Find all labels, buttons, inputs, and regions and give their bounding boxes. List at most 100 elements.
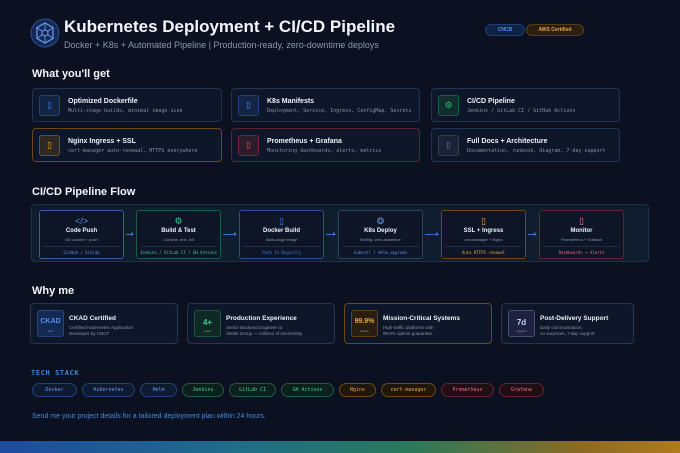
pipeline-step: ❂ K8s Deploy Rolling, zero-downtime kubectl… xyxy=(338,210,423,259)
deliverable-card: ▯ Nginx Ingress + SSL cert-manager auto-re… xyxy=(32,128,222,162)
pipeline-step-footer: Auto HTTPS renewal xyxy=(461,250,506,255)
why-desc: Senior Backend Engineer at Viettel Group … xyxy=(226,325,302,337)
pipeline-step-desc: Compile, test, lint xyxy=(163,237,194,242)
deliverable-title: Prometheus + Grafana xyxy=(267,138,342,145)
why-title: Post-Delivery Support xyxy=(540,315,609,322)
pipeline-step-divider xyxy=(140,246,217,247)
helm-icon: ❂ xyxy=(376,216,385,226)
why-card: 7d support Post-Delivery Support Daily comm… xyxy=(501,303,634,344)
why-title: Mission-Critical Systems xyxy=(383,315,460,322)
why-title: CKAD Certified xyxy=(69,315,116,322)
deliverable-card: ▯ Prometheus + Grafana Monitoring dashboar… xyxy=(231,128,420,162)
why-badge: CKAD cert xyxy=(37,310,64,337)
why-desc-line: Developer by CNCF xyxy=(69,331,110,336)
why-desc-line: Viettel Group — millions of events/day xyxy=(226,331,303,336)
pipeline-step-desc: Rolling, zero-downtime xyxy=(360,237,401,242)
bottom-gradient-bar xyxy=(0,441,680,453)
tech-chip: cert-manager xyxy=(381,383,436,397)
deliverable-desc: Documentation, runbook, diagram, 7-day s… xyxy=(467,148,606,154)
tech-chip: Kubernetes xyxy=(82,383,135,397)
pipeline-step-footer: Jenkins / GitLab CI / GH Actions xyxy=(139,250,218,255)
deliverable-desc: Jenkins / GitLab CI / GitHub Actions xyxy=(467,108,576,114)
gear-icon: ⚙ xyxy=(174,216,183,226)
tech-chip: Docker xyxy=(32,383,77,397)
kubernetes-logo-icon xyxy=(30,18,60,48)
pipeline-step-title: Monitor xyxy=(570,228,593,234)
pipeline-step-footer: Push to Registry xyxy=(262,250,301,255)
why-badge-value: 7d xyxy=(516,318,527,327)
pipeline-step-desc: cert-manager + Nginx xyxy=(464,237,503,242)
pipeline-step-divider xyxy=(342,246,419,247)
pipeline-flow: </> Code Push Git commit + push GitHub / Gi… xyxy=(31,204,649,262)
why-badge-caption: cert xyxy=(47,329,53,333)
why-badge-caption: support xyxy=(516,329,527,333)
lock-icon: ▯ xyxy=(39,135,60,156)
docker-icon: ▯ xyxy=(279,216,284,226)
pipeline-step-title: K8s Deploy xyxy=(364,228,397,234)
why-badge: 4+ years xyxy=(194,310,221,337)
deliverable-card: ▯ K8s Manifests Deployment, Service, Ingre… xyxy=(231,88,420,122)
tech-stack-label: TECH STACK xyxy=(31,369,80,377)
chart-icon: ▯ xyxy=(238,135,259,156)
tech-chip: Jenkins xyxy=(182,383,224,397)
pipeline-step-footer: GitHub / GitLab xyxy=(63,250,100,255)
deliverable-card: ▯ Full Docs + Architecture Documentation, … xyxy=(431,128,620,162)
pipeline-arrow xyxy=(223,232,237,236)
doc-icon: ▯ xyxy=(438,135,459,156)
tech-chip: GitLab CI xyxy=(229,383,276,397)
section-title-what-you-get: What you'll get xyxy=(32,68,110,80)
pipeline-step-title: Code Push xyxy=(65,228,98,234)
pipeline-step-title: Build & Test xyxy=(161,228,196,234)
pipeline-step: </> Code Push Git commit + push GitHub / Gi… xyxy=(39,210,124,259)
deliverable-desc: Multi-stage builds, minimal image size xyxy=(68,108,183,114)
chart-icon: ▯ xyxy=(579,216,584,226)
why-desc: High-traffic platforms with 99.9% uptime … xyxy=(383,325,434,337)
why-card: 4+ years Production Experience Senior Backe… xyxy=(187,303,335,344)
deliverable-desc: cert-manager auto-renewal, HTTPS everywh… xyxy=(68,148,198,154)
pipeline-arrow xyxy=(528,232,537,236)
tech-chip: Helm xyxy=(140,383,177,397)
pipeline-step-desc: Git commit + push xyxy=(65,237,98,242)
why-badge-value: 4+ xyxy=(202,318,213,327)
tech-chip: Prometheus xyxy=(441,383,494,397)
pipeline-step-divider xyxy=(543,246,620,247)
why-desc-line: 99.9% uptime guarantee xyxy=(383,331,433,336)
docker-icon: ▯ xyxy=(39,95,60,116)
pipeline-step-desc: Multi-stage image xyxy=(265,237,298,242)
why-badge: 99.9% uptime xyxy=(351,310,378,337)
deliverable-desc: Deployment, Service, Ingress, ConfigMap,… xyxy=(267,108,412,114)
tech-chip: GH Actions xyxy=(281,383,334,397)
why-badge-value: 99.9% xyxy=(354,318,375,325)
deliverable-card: ⚙ CI/CD Pipeline Jenkins / GitLab CI / Git… xyxy=(431,88,620,122)
page-subtitle: Docker + K8s + Automated Pipeline | Prod… xyxy=(64,40,379,50)
pipeline-step: ▯ Docker Build Multi-stage image Push to Re… xyxy=(239,210,324,259)
deliverable-title: K8s Manifests xyxy=(267,98,315,105)
pipeline-arrow xyxy=(126,232,134,236)
pipeline-arrow xyxy=(425,232,439,236)
section-title-why-me: Why me xyxy=(32,285,75,297)
why-card: 99.9% uptime Mission-Critical Systems High-… xyxy=(344,303,492,344)
gear-icon: ⚙ xyxy=(438,95,459,116)
why-desc: Daily communication, no surprises, 7-day … xyxy=(540,325,595,337)
why-badge-caption: years xyxy=(203,329,212,333)
deliverable-title: Full Docs + Architecture xyxy=(467,138,548,145)
deliverable-title: Nginx Ingress + SSL xyxy=(68,138,136,145)
lock-icon: ▯ xyxy=(481,216,486,226)
tech-chip: Nginx xyxy=(339,383,376,397)
pipeline-step-footer: kubectl / Helm upgrade xyxy=(354,250,407,255)
why-desc-line: no surprises, 7-day support xyxy=(540,331,595,336)
why-card: CKAD cert CKAD Certified Certified Kubernet… xyxy=(30,303,178,344)
pipeline-step: ⚙ Build & Test Compile, test, lint Jenkins … xyxy=(136,210,221,259)
why-badge: 7d support xyxy=(508,310,535,337)
pipeline-step-desc: Prometheus + Grafana xyxy=(561,237,602,242)
deliverable-title: Optimized Dockerfile xyxy=(68,98,138,105)
section-title-pipeline-flow: CI/CD Pipeline Flow xyxy=(32,186,136,198)
deliverable-title: CI/CD Pipeline xyxy=(467,98,515,105)
why-badge-value: CKAD xyxy=(40,318,61,325)
code-icon: </> xyxy=(74,216,88,226)
page-title: Kubernetes Deployment + CI/CD Pipeline xyxy=(64,17,396,36)
pipeline-step: ▯ SSL + Ingress cert-manager + Nginx Auto H… xyxy=(441,210,526,259)
why-badge-caption: uptime xyxy=(359,329,369,333)
pipeline-step-title: SSL + Ingress xyxy=(463,228,504,234)
pipeline-step-footer: Dashboards + Alerts xyxy=(558,250,605,255)
